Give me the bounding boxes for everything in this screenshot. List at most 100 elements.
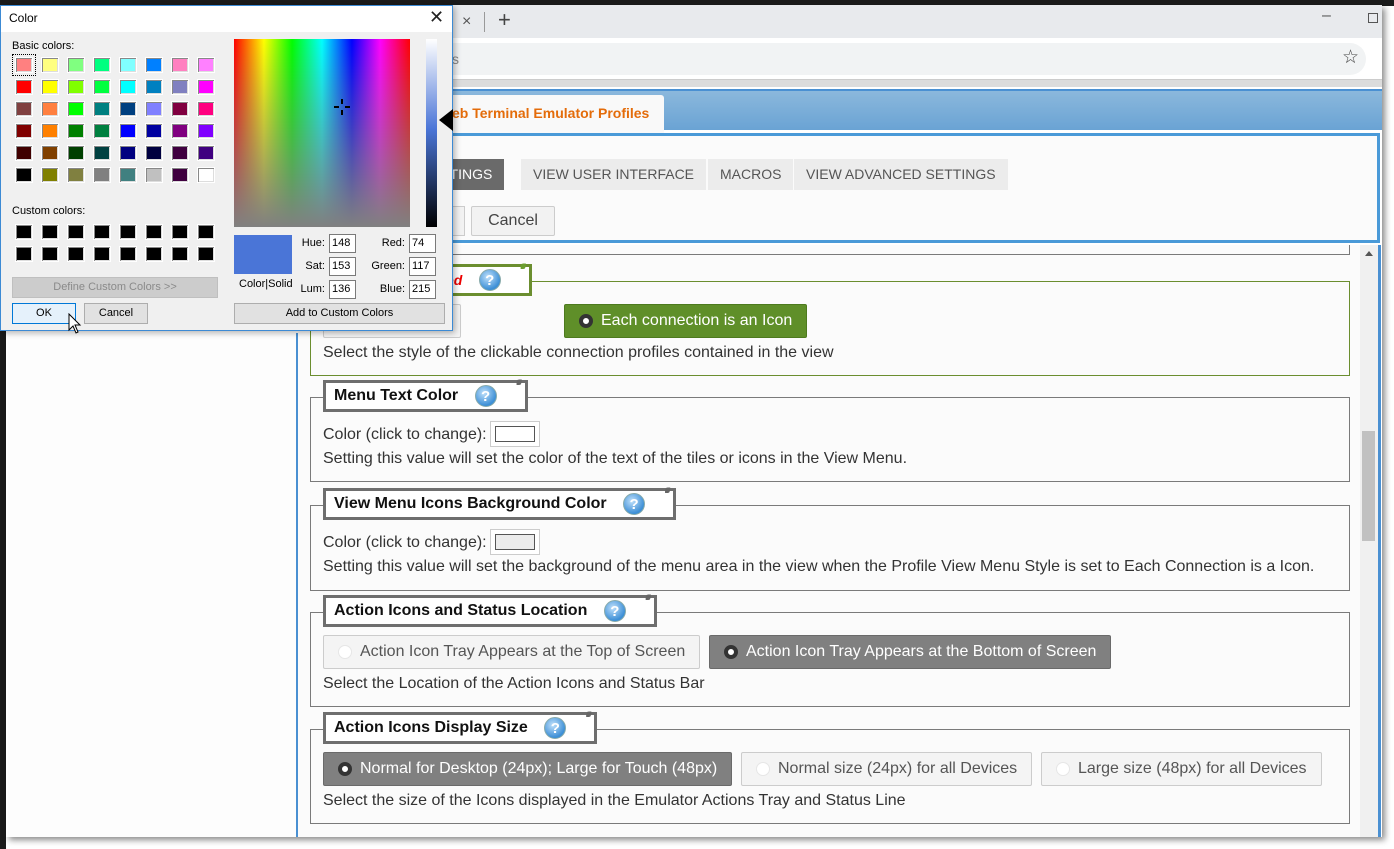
basic-color-swatch[interactable] [93, 79, 111, 95]
add-to-custom-colors-button[interactable]: Add to Custom Colors [234, 303, 445, 324]
basic-color-swatch[interactable] [93, 101, 111, 117]
basic-color-swatch[interactable] [171, 123, 189, 139]
basic-color-swatch[interactable] [15, 123, 33, 139]
basic-color-swatch[interactable] [41, 145, 59, 161]
lum-input[interactable]: 136 [329, 280, 356, 299]
custom-color-swatch[interactable] [15, 224, 33, 240]
new-tab-button[interactable]: + [498, 7, 511, 33]
option-bottom-of-screen[interactable]: Action Icon Tray Appears at the Bottom o… [709, 635, 1112, 669]
custom-color-swatch[interactable] [93, 246, 111, 262]
profiles-tab[interactable]: eb Terminal Emulator Profiles [444, 95, 664, 133]
icons-background-color-picker[interactable] [490, 529, 540, 555]
close-icon[interactable]: ✕ [429, 7, 444, 28]
basic-color-swatch[interactable] [171, 145, 189, 161]
scroll-up-arrow-icon[interactable] [1365, 251, 1373, 256]
basic-color-swatch[interactable] [197, 167, 215, 183]
red-input[interactable]: 74 [409, 234, 436, 253]
restore-button[interactable] [1368, 13, 1378, 23]
basic-color-swatch[interactable] [67, 101, 85, 117]
luminance-slider[interactable] [426, 39, 437, 227]
help-icon[interactable]: ? [603, 600, 626, 622]
tab-view-advanced-settings[interactable]: VIEW ADVANCED SETTINGS [794, 159, 1008, 190]
vertical-scrollbar[interactable] [1360, 245, 1378, 837]
basic-color-swatch[interactable] [145, 101, 163, 117]
cancel-button[interactable]: Cancel [84, 303, 148, 324]
custom-color-swatch[interactable] [171, 224, 189, 240]
basic-color-swatch[interactable] [93, 167, 111, 183]
basic-color-swatch[interactable] [41, 167, 59, 183]
basic-color-swatch[interactable] [67, 145, 85, 161]
basic-color-swatch[interactable] [67, 167, 85, 183]
basic-color-swatch[interactable] [15, 167, 33, 183]
footsteps-icon[interactable]: ❛❜ [520, 261, 527, 278]
custom-color-swatch[interactable] [41, 224, 59, 240]
basic-color-swatch[interactable] [197, 101, 215, 117]
basic-color-swatch[interactable] [119, 145, 137, 161]
tab-close-icon[interactable]: × [462, 13, 471, 31]
custom-color-swatch[interactable] [197, 246, 215, 262]
luminance-arrow-icon[interactable] [439, 109, 453, 131]
blue-input[interactable]: 215 [409, 280, 436, 299]
scroll-thumb[interactable] [1362, 431, 1375, 541]
help-icon[interactable]: ? [474, 385, 497, 407]
option-normal-size[interactable]: Normal size (24px) for all Devices [741, 752, 1033, 786]
basic-color-swatch[interactable] [171, 57, 189, 73]
custom-color-swatch[interactable] [15, 246, 33, 262]
basic-color-swatch[interactable] [197, 57, 215, 73]
help-icon[interactable]: ? [544, 717, 567, 739]
basic-color-swatch[interactable] [15, 79, 33, 95]
basic-color-swatch[interactable] [67, 123, 85, 139]
bookmark-star-icon[interactable]: ☆ [1342, 46, 1359, 69]
color-spectrum[interactable] [234, 39, 410, 227]
basic-color-swatch[interactable] [41, 123, 59, 139]
custom-color-swatch[interactable] [67, 224, 85, 240]
cancel-button[interactable]: Cancel [471, 206, 555, 236]
option-large-size[interactable]: Large size (48px) for all Devices [1041, 752, 1322, 786]
basic-color-swatch[interactable] [41, 57, 59, 73]
green-input[interactable]: 117 [409, 257, 436, 276]
minimize-button[interactable]: – [1322, 7, 1331, 25]
basic-color-swatch[interactable] [145, 123, 163, 139]
option-normal-desktop-large-touch[interactable]: Normal for Desktop (24px); Large for Tou… [323, 752, 733, 786]
basic-color-swatch[interactable] [93, 145, 111, 161]
custom-color-swatch[interactable] [171, 246, 189, 262]
basic-color-swatch[interactable] [171, 101, 189, 117]
help-icon[interactable]: ? [478, 269, 501, 291]
custom-color-swatch[interactable] [145, 224, 163, 240]
footsteps-icon[interactable]: ❛❜ [585, 709, 592, 726]
basic-color-swatch[interactable] [197, 145, 215, 161]
sat-input[interactable]: 153 [329, 257, 356, 276]
basic-color-swatch[interactable] [171, 167, 189, 183]
basic-color-swatch[interactable] [41, 101, 59, 117]
basic-color-swatch[interactable] [145, 57, 163, 73]
option-top-of-screen[interactable]: Action Icon Tray Appears at the Top of S… [323, 635, 701, 669]
help-icon[interactable]: ? [623, 493, 646, 515]
basic-color-swatch[interactable] [93, 123, 111, 139]
basic-color-swatch[interactable] [119, 79, 137, 95]
footsteps-icon[interactable]: ❛❜ [664, 485, 671, 502]
menu-text-color-picker[interactable] [490, 421, 540, 447]
custom-color-swatch[interactable] [41, 246, 59, 262]
hue-input[interactable]: 148 [329, 234, 356, 253]
custom-color-swatch[interactable] [145, 246, 163, 262]
basic-color-swatch[interactable] [171, 79, 189, 95]
basic-color-swatch[interactable] [145, 79, 163, 95]
custom-color-swatch[interactable] [119, 246, 137, 262]
basic-color-swatch[interactable] [93, 57, 111, 73]
basic-color-swatch[interactable] [197, 123, 215, 139]
custom-color-swatch[interactable] [119, 224, 137, 240]
custom-color-swatch[interactable] [93, 224, 111, 240]
tab-macros[interactable]: MACROS [708, 159, 794, 190]
tab-view-user-interface[interactable]: VIEW USER INTERFACE [521, 159, 707, 190]
basic-color-swatch[interactable] [67, 79, 85, 95]
define-custom-colors-button[interactable]: Define Custom Colors >> [12, 277, 218, 298]
basic-color-swatch[interactable] [197, 79, 215, 95]
basic-color-swatch[interactable] [67, 57, 85, 73]
basic-color-swatch[interactable] [145, 167, 163, 183]
custom-color-swatch[interactable] [67, 246, 85, 262]
custom-color-swatch[interactable] [197, 224, 215, 240]
footsteps-icon[interactable]: ❛❜ [645, 592, 652, 609]
basic-color-swatch[interactable] [119, 123, 137, 139]
basic-color-swatch[interactable] [119, 167, 137, 183]
footsteps-icon[interactable]: ❛❜ [516, 377, 523, 394]
